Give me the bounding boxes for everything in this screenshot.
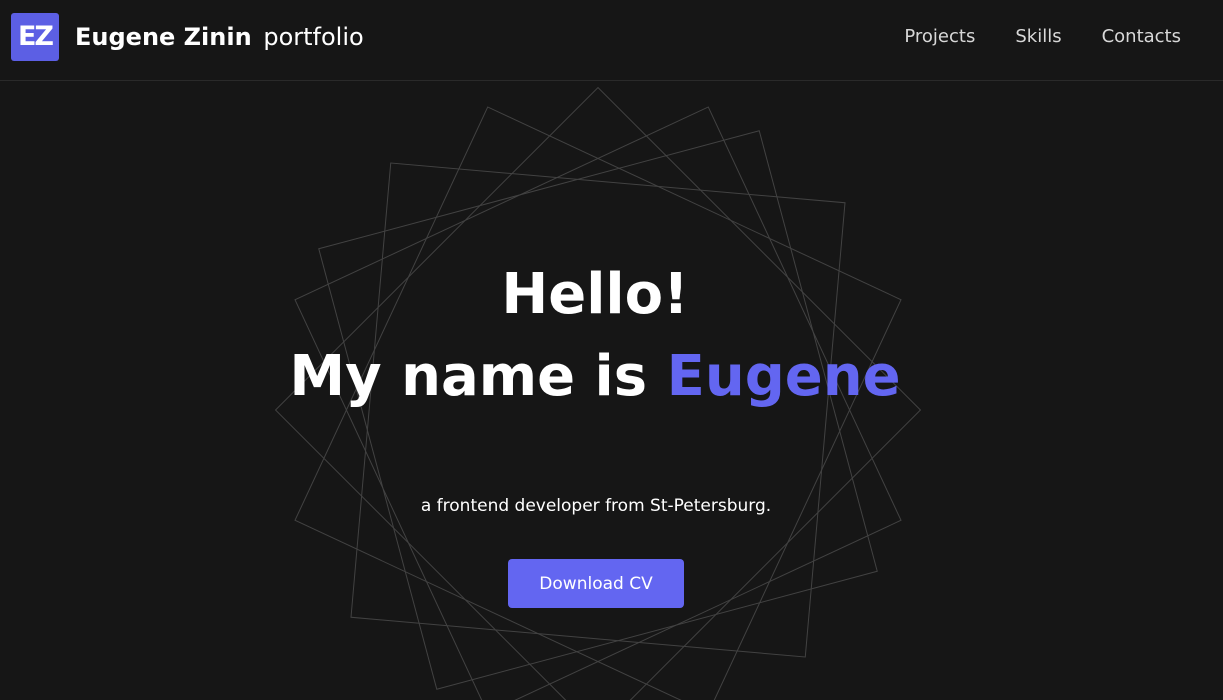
- logo-badge[interactable]: EZ: [11, 13, 59, 61]
- hero-greeting: Hello!: [501, 262, 689, 327]
- main-nav: Projects Skills Contacts: [904, 25, 1181, 49]
- brand-title[interactable]: Eugene Zinin portfolio: [75, 22, 364, 52]
- hero-intro-name: Eugene: [666, 344, 901, 409]
- brand-subtitle: portfolio: [263, 23, 364, 51]
- download-cv-button[interactable]: Download CV: [508, 559, 684, 608]
- hero-intro-prefix: My name is: [289, 344, 648, 409]
- nav-link-contacts[interactable]: Contacts: [1102, 25, 1181, 49]
- hero-tagline: a frontend developer from St-Petersburg.: [420, 496, 772, 516]
- site-header: EZ Eugene Zinin portfolio Projects Skill…: [0, 0, 1223, 81]
- nav-link-projects[interactable]: Projects: [904, 25, 975, 49]
- hero-intro: My name is Eugene: [0, 344, 1190, 410]
- nav-link-skills[interactable]: Skills: [1015, 25, 1061, 49]
- brand-name: Eugene Zinin: [75, 23, 252, 51]
